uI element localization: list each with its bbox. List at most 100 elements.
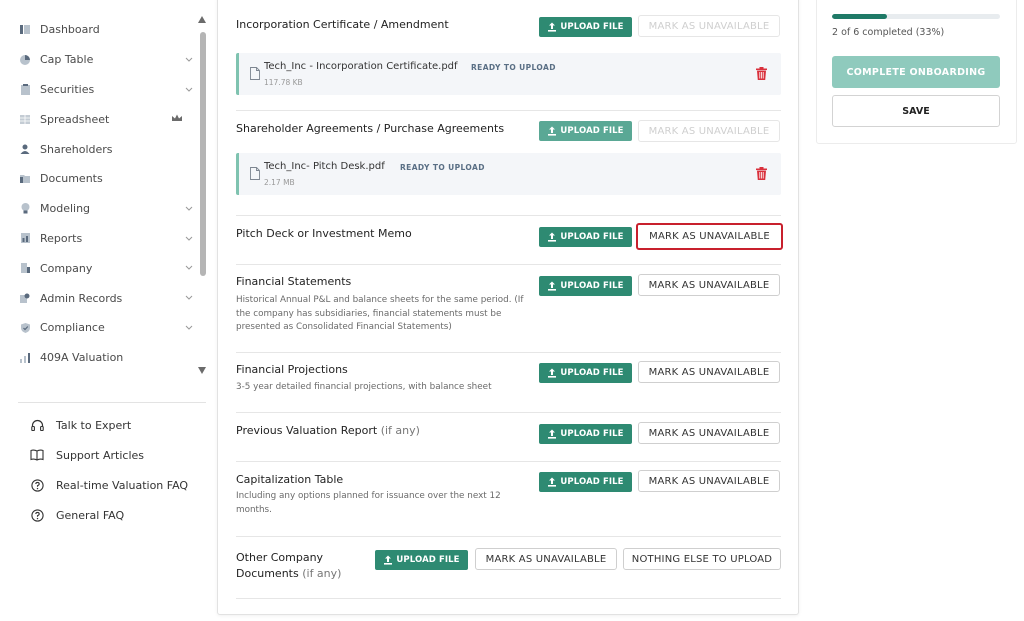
sidebar-item-label: Admin Records bbox=[40, 291, 123, 305]
sidebar-scroll-thumb[interactable] bbox=[200, 32, 206, 276]
upload-file-button[interactable]: UPLOAD FILE bbox=[539, 472, 632, 492]
person-icon bbox=[20, 144, 30, 155]
complete-onboarding-button[interactable]: COMPLETE ONBOARDING bbox=[832, 56, 1000, 88]
sidebar-item-label: Reports bbox=[40, 231, 83, 245]
help-item-realtime-valuation-faq[interactable]: Real-time Valuation FAQ bbox=[30, 470, 188, 500]
chevron-down-icon[interactable] bbox=[184, 322, 194, 332]
trash-icon[interactable] bbox=[756, 67, 767, 80]
sidebar: Dashboard Cap Table Securities Spreadshe… bbox=[0, 0, 210, 621]
section-capitalization-table: Capitalization Table Including any optio… bbox=[236, 462, 781, 537]
section-shareholder-agreements: Shareholder Agreements / Purchase Agreem… bbox=[236, 111, 781, 216]
mark-as-unavailable-button[interactable]: MARK AS UNAVAILABLE bbox=[638, 470, 780, 492]
section-title: Shareholder Agreements / Purchase Agreem… bbox=[236, 122, 505, 135]
upload-icon bbox=[548, 22, 557, 32]
mark-as-unavailable-button[interactable]: MARK AS UNAVAILABLE bbox=[638, 15, 780, 37]
file-icon bbox=[250, 167, 260, 180]
scroll-down-arrow-icon[interactable] bbox=[198, 367, 206, 374]
section-description: 3-5 year detailed financial projections,… bbox=[236, 382, 492, 392]
mark-as-unavailable-button[interactable]: MARK AS UNAVAILABLE bbox=[638, 120, 780, 142]
upload-icon bbox=[548, 477, 557, 487]
dashboard-icon bbox=[20, 25, 30, 35]
upload-file-button[interactable]: UPLOAD FILE bbox=[539, 276, 632, 296]
valuation-icon bbox=[20, 352, 30, 363]
trash-icon[interactable] bbox=[756, 167, 767, 180]
sidebar-item-reports[interactable]: Reports bbox=[0, 224, 200, 254]
upload-icon bbox=[548, 126, 557, 136]
section-incorporation: Incorporation Certificate / Amendment UP… bbox=[236, 1, 781, 111]
save-button[interactable]: SAVE bbox=[832, 95, 1000, 127]
scroll-up-arrow-icon[interactable] bbox=[198, 16, 206, 23]
mark-as-unavailable-button[interactable]: MARK AS UNAVAILABLE bbox=[638, 274, 780, 296]
file-size: 2.17 MB bbox=[264, 178, 295, 187]
sidebar-item-spreadsheet[interactable]: Spreadsheet bbox=[0, 104, 200, 134]
uploaded-file-item: Tech_Inc- Pitch Desk.pdf READY TO UPLOAD… bbox=[236, 153, 781, 195]
sidebar-item-409a-valuation[interactable]: 409A Valuation bbox=[0, 343, 200, 373]
sidebar-item-label: Company bbox=[40, 261, 93, 275]
upload-file-button[interactable]: UPLOAD FILE bbox=[539, 121, 632, 141]
sidebar-item-documents[interactable]: Documents bbox=[0, 164, 200, 194]
pie-chart-icon bbox=[20, 54, 30, 65]
section-title: Other Company Documents (if any) bbox=[236, 551, 342, 580]
section-pitch-deck: Pitch Deck or Investment Memo UPLOAD FIL… bbox=[236, 216, 783, 265]
report-icon bbox=[20, 233, 30, 244]
section-other-documents: Other Company Documents (if any) UPLOAD … bbox=[236, 537, 781, 599]
upload-file-button[interactable]: UPLOAD FILE bbox=[539, 363, 632, 383]
question-circle-icon bbox=[30, 508, 44, 522]
sidebar-item-label: Modeling bbox=[40, 202, 91, 216]
spreadsheet-icon bbox=[20, 114, 30, 124]
admin-records-icon bbox=[20, 293, 30, 304]
upload-file-button[interactable]: UPLOAD FILE bbox=[539, 424, 632, 444]
section-title: Capitalization Table bbox=[236, 473, 344, 486]
help-item-support-articles[interactable]: Support Articles bbox=[30, 440, 188, 470]
chevron-down-icon[interactable] bbox=[184, 84, 194, 94]
help-item-talk-to-expert[interactable]: Talk to Expert bbox=[30, 410, 188, 440]
sidebar-item-securities[interactable]: Securities bbox=[0, 75, 200, 105]
upload-icon bbox=[548, 281, 557, 291]
upload-icon bbox=[548, 429, 557, 439]
section-title: Financial Projections bbox=[236, 363, 348, 376]
section-title: Pitch Deck or Investment Memo bbox=[236, 227, 412, 240]
chevron-down-icon[interactable] bbox=[184, 203, 194, 213]
headset-icon bbox=[30, 418, 44, 432]
progress-bar bbox=[832, 14, 1000, 19]
section-description: Including any options planned for issuan… bbox=[236, 491, 501, 515]
help-links: Talk to Expert Support Articles Real-tim… bbox=[30, 410, 188, 530]
upload-icon bbox=[548, 232, 557, 242]
mark-as-unavailable-button[interactable]: MARK AS UNAVAILABLE bbox=[638, 361, 780, 383]
upload-file-button[interactable]: UPLOAD FILE bbox=[539, 17, 632, 37]
mark-as-unavailable-button[interactable]: MARK AS UNAVAILABLE bbox=[475, 548, 617, 570]
sidebar-item-company[interactable]: Company bbox=[0, 253, 200, 283]
chevron-down-icon[interactable] bbox=[184, 262, 194, 272]
mark-as-unavailable-button[interactable]: MARK AS UNAVAILABLE bbox=[638, 422, 780, 444]
sidebar-item-compliance[interactable]: Compliance bbox=[0, 313, 200, 343]
crown-icon bbox=[172, 114, 182, 122]
question-circle-icon bbox=[30, 478, 44, 492]
sidebar-item-label: Documents bbox=[40, 172, 103, 186]
sidebar-item-dashboard[interactable]: Dashboard bbox=[0, 15, 200, 45]
upload-file-button[interactable]: UPLOAD FILE bbox=[539, 227, 632, 247]
chevron-down-icon[interactable] bbox=[184, 54, 194, 64]
nothing-else-to-upload-button[interactable]: NOTHING ELSE TO UPLOAD bbox=[623, 548, 781, 570]
mark-as-unavailable-button[interactable]: MARK AS UNAVAILABLE bbox=[636, 223, 783, 250]
sidebar-item-modeling[interactable]: Modeling bbox=[0, 194, 200, 224]
sidebar-item-shareholders[interactable]: Shareholders bbox=[0, 134, 200, 164]
chevron-down-icon[interactable] bbox=[184, 292, 194, 302]
file-icon bbox=[250, 67, 260, 80]
help-item-general-faq[interactable]: General FAQ bbox=[30, 500, 188, 530]
file-status: READY TO UPLOAD bbox=[471, 63, 556, 72]
shield-icon bbox=[20, 322, 30, 333]
documents-upload-card: Incorporation Certificate / Amendment UP… bbox=[217, 0, 799, 615]
sidebar-item-cap-table[interactable]: Cap Table bbox=[0, 45, 200, 75]
help-item-label: Talk to Expert bbox=[56, 418, 132, 432]
section-title: Incorporation Certificate / Amendment bbox=[236, 18, 449, 31]
sidebar-divider bbox=[18, 402, 206, 403]
file-name: Tech_Inc- Pitch Desk.pdf bbox=[264, 161, 385, 172]
progress-text: 2 of 6 completed (33%) bbox=[832, 27, 945, 38]
section-description: Historical Annual P&L and balance sheets… bbox=[236, 295, 524, 332]
chevron-down-icon[interactable] bbox=[184, 233, 194, 243]
sidebar-item-label: Spreadsheet bbox=[40, 112, 110, 126]
sidebar-item-label: Securities bbox=[40, 82, 95, 96]
sidebar-item-admin-records[interactable]: Admin Records bbox=[0, 283, 200, 313]
help-item-label: Support Articles bbox=[56, 448, 144, 462]
upload-file-button[interactable]: UPLOAD FILE bbox=[375, 550, 468, 570]
